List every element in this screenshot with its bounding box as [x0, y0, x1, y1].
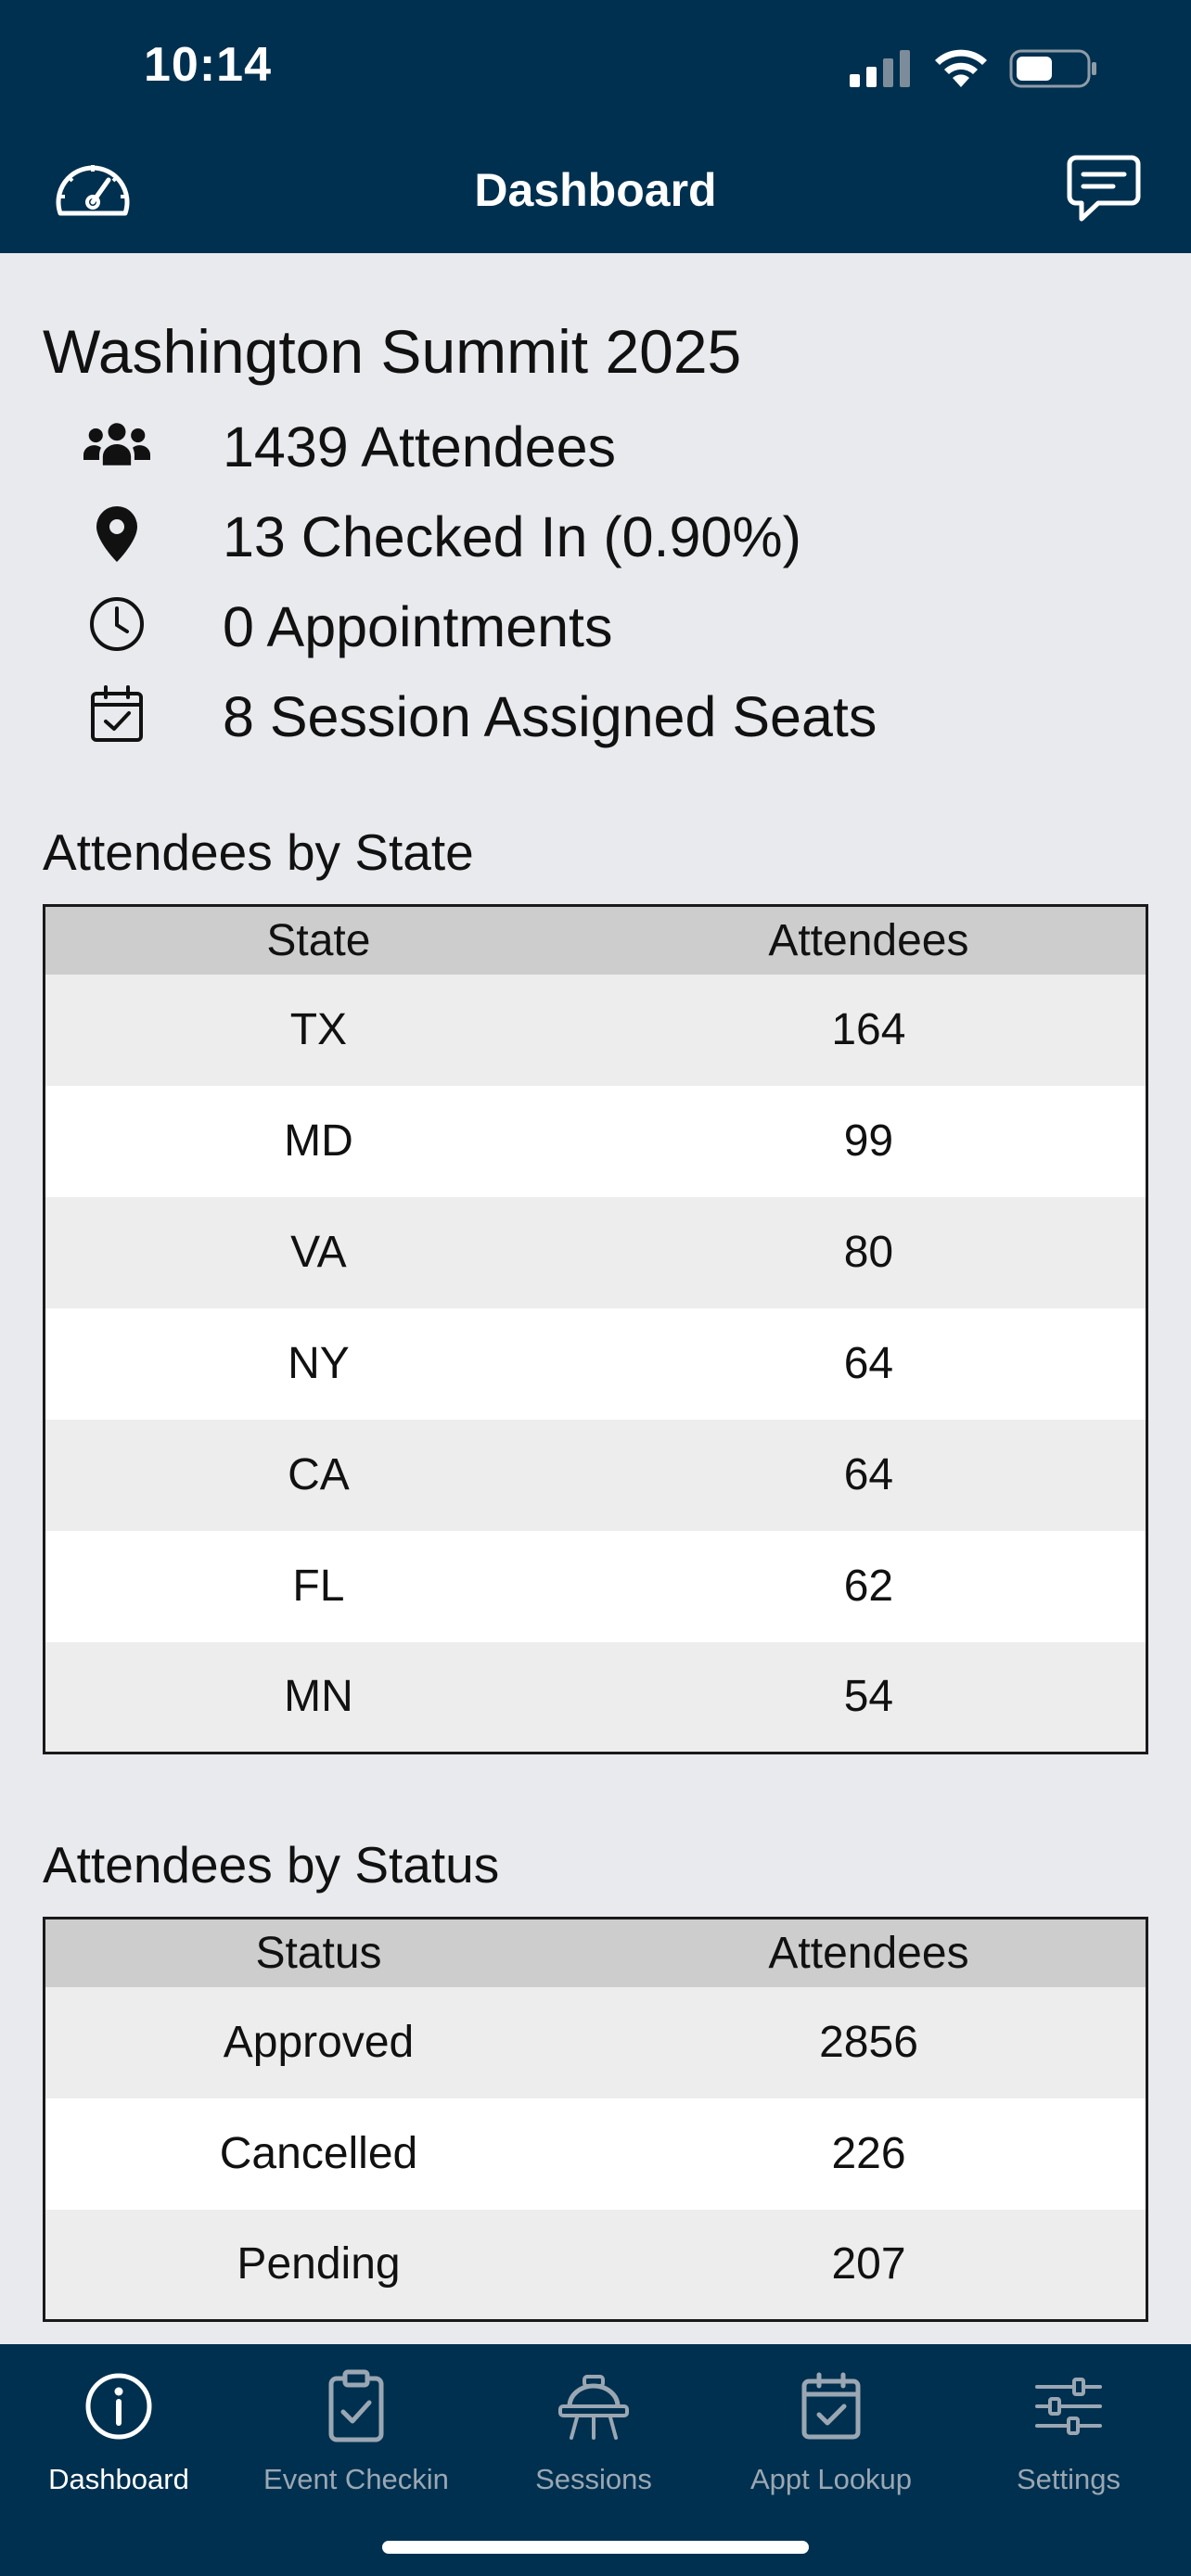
table-row: Pending 207 [44, 2209, 1147, 2321]
calendar-check-icon [789, 2365, 873, 2448]
tab-label: Sessions [535, 2463, 652, 2495]
table-header-row: Status Attendees [44, 1918, 1147, 1987]
count-cell: 64 [591, 1307, 1147, 1420]
table-row: MD 99 [44, 1085, 1147, 1197]
table-row: FL 62 [44, 1530, 1147, 1642]
status-cell: Approved [44, 1986, 592, 2098]
clock-icon [83, 591, 150, 657]
table-row: MN 54 [44, 1641, 1147, 1753]
status-cell: Pending [44, 2209, 592, 2321]
battery-icon [1009, 49, 1096, 88]
stat-attendees: 1439 Attendees [43, 402, 1148, 485]
count-cell: 64 [591, 1419, 1147, 1531]
status-table: Status Attendees Approved 2856 Cancelled 2… [43, 1917, 1148, 2322]
count-cell: 62 [591, 1530, 1147, 1642]
tab-appt-lookup[interactable]: Appt Lookup [712, 2365, 950, 2513]
count-cell: 164 [591, 974, 1147, 1086]
stat-text: 8 Session Assigned Seats [223, 685, 877, 748]
state-table: State Attendees TX 164 MD 99 VA 80 NY 64 CA 6… [43, 904, 1148, 1754]
table-row: NY 64 [44, 1307, 1147, 1420]
tab-label: Appt Lookup [749, 2463, 913, 2495]
stat-text: 0 Appointments [223, 595, 613, 658]
info-icon [77, 2365, 160, 2448]
tab-label: Settings [1016, 2463, 1121, 2495]
presentation-icon [552, 2365, 635, 2448]
count-cell: 54 [591, 1641, 1147, 1753]
signal-icon [850, 50, 910, 87]
tab-event-checkin[interactable]: Event Checkin [237, 2365, 475, 2513]
stat-text: 13 Checked In (0.90%) [223, 505, 801, 568]
status-time: 10:14 [144, 38, 272, 92]
state-cell: TX [44, 974, 592, 1086]
table-row: CA 64 [44, 1419, 1147, 1531]
column-header: Attendees [592, 1918, 1147, 1987]
tab-sessions[interactable]: Sessions [475, 2365, 712, 2513]
chat-icon[interactable] [1067, 154, 1141, 223]
count-cell: 80 [591, 1196, 1147, 1308]
table-row: Cancelled 226 [44, 2098, 1147, 2210]
calendar-check-icon [83, 681, 150, 747]
table-row: Approved 2856 [44, 1986, 1147, 2098]
count-cell: 226 [592, 2098, 1147, 2210]
tab-label: Event Checkin [263, 2463, 449, 2495]
table-row: VA 80 [44, 1196, 1147, 1308]
sliders-icon [1027, 2365, 1110, 2448]
state-cell: NY [44, 1307, 592, 1420]
stat-text: 1439 Attendees [223, 415, 616, 478]
table-row: TX 164 [44, 974, 1147, 1086]
event-title: Washington Summit 2025 [43, 317, 742, 386]
app-header: 10:14 Dashboard [0, 0, 1191, 253]
count-cell: 2856 [592, 1986, 1147, 2098]
tab-dashboard[interactable]: Dashboard [0, 2365, 237, 2513]
stat-appointments: 0 Appointments [43, 581, 1148, 665]
clipboard-check-icon [314, 2365, 398, 2448]
location-pin-icon [83, 501, 150, 567]
state-cell: CA [44, 1419, 592, 1531]
state-section-title: Attendees by State [43, 823, 474, 881]
column-header: State [44, 905, 592, 975]
stat-checked-in: 13 Checked In (0.90%) [43, 491, 1148, 575]
count-cell: 207 [592, 2209, 1147, 2321]
page-title: Dashboard [474, 164, 717, 216]
people-icon [83, 411, 150, 478]
state-cell: MD [44, 1085, 592, 1197]
tab-label: Dashboard [48, 2463, 189, 2495]
status-cell: Cancelled [44, 2098, 592, 2210]
state-cell: FL [44, 1530, 592, 1642]
column-header: Status [44, 1918, 592, 1987]
stat-session-seats: 8 Session Assigned Seats [43, 671, 1148, 755]
status-section-title: Attendees by Status [43, 1836, 500, 1894]
table-header-row: State Attendees [44, 905, 1147, 975]
wifi-icon [935, 49, 987, 87]
home-indicator [382, 2541, 809, 2554]
tab-settings[interactable]: Settings [950, 2365, 1187, 2513]
state-cell: MN [44, 1641, 592, 1753]
status-icons [848, 45, 1098, 93]
state-cell: VA [44, 1196, 592, 1308]
count-cell: 99 [591, 1085, 1147, 1197]
column-header: Attendees [591, 905, 1147, 975]
